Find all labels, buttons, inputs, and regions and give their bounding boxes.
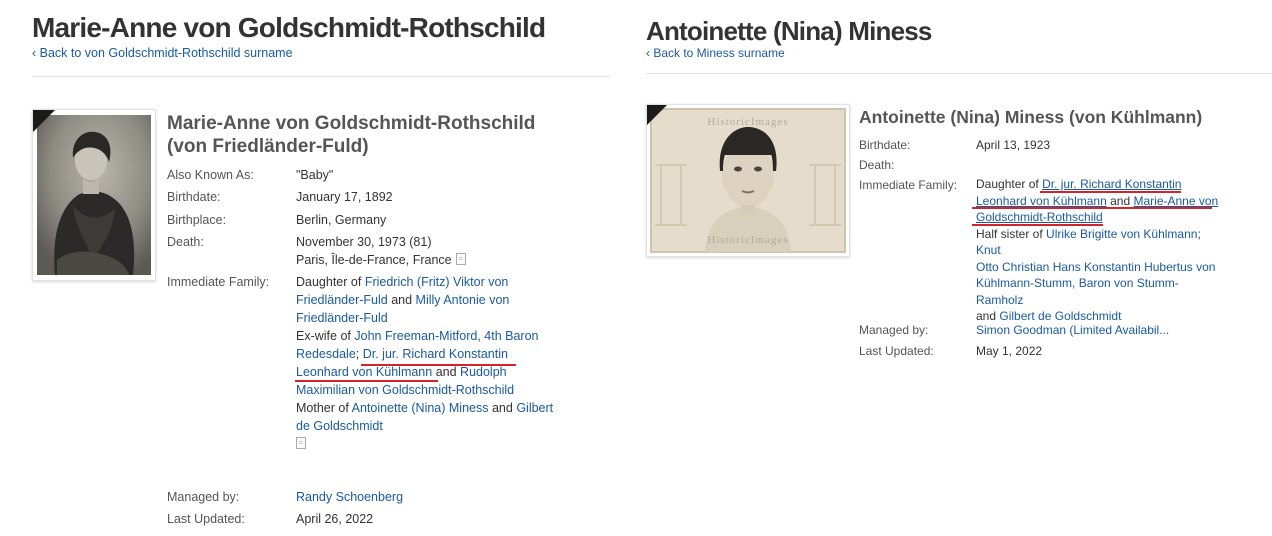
father-link[interactable]: Friedrich (Fritz) Viktor von xyxy=(365,275,509,289)
last-updated-value: April 26, 2022 xyxy=(296,512,374,526)
immediate-family-value: Daughter of Dr. jur. Richard Konstantin … xyxy=(976,177,1219,323)
portrait-image: HistoricImages HistoricImages xyxy=(650,108,846,253)
portrait-image xyxy=(37,115,151,275)
death-label: Death: xyxy=(859,158,895,172)
death-date: November 30, 1973 (81) xyxy=(296,235,432,249)
mother-link[interactable]: Marie-Anne von xyxy=(1133,194,1218,208)
source-document-icon[interactable] xyxy=(296,437,306,449)
mother-link[interactable]: Milly Antonie von xyxy=(416,293,510,307)
annotation-underline xyxy=(1040,191,1181,193)
birthdate-value: January 17, 1892 xyxy=(296,190,393,204)
ex-husband-3-link-cont[interactable]: Maximilian von Goldschmidt-Rothschild xyxy=(296,383,514,397)
sibling-2-link-cont[interactable]: Otto Christian Hans Konstantin Hubertus … xyxy=(976,260,1215,274)
ex-husband-1-link-cont[interactable]: Redesdale xyxy=(296,347,356,361)
father-link-cont[interactable]: Leonhard von Kühlmann xyxy=(976,194,1107,208)
last-updated-value: May 1, 2022 xyxy=(976,344,1043,358)
managed-by-label: Managed by: xyxy=(859,323,929,337)
mother-link-cont[interactable]: Goldschmidt-Rothschild xyxy=(976,210,1103,224)
divider xyxy=(646,73,1272,74)
birthdate-label: Birthdate: xyxy=(859,138,911,152)
page-title: Marie-Anne von Goldschmidt-Rothschild xyxy=(32,12,546,43)
ex-husband-2-link-cont[interactable]: Leonhard von Kühlmann xyxy=(296,365,432,379)
father-link[interactable]: Dr. jur. Richard Konstantin xyxy=(1042,177,1181,191)
annotation-underline xyxy=(972,207,1212,209)
last-updated-label: Last Updated: xyxy=(167,512,245,526)
birthdate-label: Birthdate: xyxy=(167,190,221,204)
immediate-family-label: Immediate Family: xyxy=(859,178,958,192)
birthplace-label: Birthplace: xyxy=(167,213,227,227)
last-updated-label: Last Updated: xyxy=(859,344,934,358)
child-1-link[interactable]: Antoinette (Nina) Miness xyxy=(352,401,489,415)
mother-link-cont[interactable]: Friedländer-Fuld xyxy=(296,311,388,325)
manager-link[interactable]: Simon Goodman (Limited Availabil... xyxy=(976,321,1266,339)
child-2-link-cont[interactable]: de Goldschmidt xyxy=(296,419,383,433)
page-title: Antoinette (Nina) Miness xyxy=(646,16,932,46)
profile-photo[interactable]: HistoricImages HistoricImages xyxy=(646,104,850,257)
manager-link[interactable]: Randy Schoenberg xyxy=(296,488,571,506)
aka-value: "Baby" xyxy=(296,168,334,182)
divider xyxy=(32,76,610,77)
source-document-icon[interactable] xyxy=(455,253,466,265)
death-value: November 30, 1973 (81) Paris, Île-de-Fra… xyxy=(296,233,571,269)
annotation-underline xyxy=(361,364,516,366)
birthplace-value: Berlin, Germany xyxy=(296,213,387,227)
photo-corner-ribbon xyxy=(647,105,667,125)
death-label: Death: xyxy=(167,235,204,249)
photo-corner-ribbon xyxy=(33,110,55,132)
ex-husband-1-link[interactable]: John Freeman-Mitford, 4th Baron xyxy=(354,329,538,343)
back-to-surname-link[interactable]: ‹ Back to von Goldschmidt-Rothschild sur… xyxy=(32,46,293,60)
sibling-1-link[interactable]: Ulrike Brigitte von Kühlmann xyxy=(1046,227,1197,241)
annotation-underline xyxy=(295,380,438,382)
child-2-link[interactable]: Gilbert xyxy=(516,401,553,415)
annotation-underline xyxy=(972,224,1103,226)
profile-full-name: Antoinette (Nina) Miness (von Kühlmann) xyxy=(859,107,1203,127)
managed-by-label: Managed by: xyxy=(167,490,240,504)
immediate-family-label: Immediate Family: xyxy=(167,275,270,289)
aka-label: Also Known As: xyxy=(167,168,254,182)
back-to-surname-link[interactable]: ‹ Back to Miness surname xyxy=(646,46,785,60)
immediate-family-value: Daughter of Friedrich (Fritz) Viktor von… xyxy=(296,273,571,453)
sibling-2-link[interactable]: Knut xyxy=(976,243,1001,257)
watermark-text: HistoricImages xyxy=(707,234,788,246)
profile-full-name: Marie-Anne von Goldschmidt-Rothschild (v… xyxy=(167,113,536,157)
death-place: Paris, Île-de-France, France xyxy=(296,253,452,267)
ex-husband-3-link[interactable]: Rudolph xyxy=(460,365,507,379)
ex-husband-2-link[interactable]: Dr. jur. Richard Konstantin xyxy=(363,347,508,361)
birthdate-value: April 13, 1923 xyxy=(976,138,1051,152)
profile-photo[interactable] xyxy=(32,109,156,281)
sibling-2-link-cont[interactable]: Kühlmann-Stumm, Baron von Stumm-Ramholz xyxy=(976,276,1179,307)
watermark-text: HistoricImages xyxy=(707,116,788,128)
father-link-cont[interactable]: Friedländer-Fuld xyxy=(296,293,388,307)
